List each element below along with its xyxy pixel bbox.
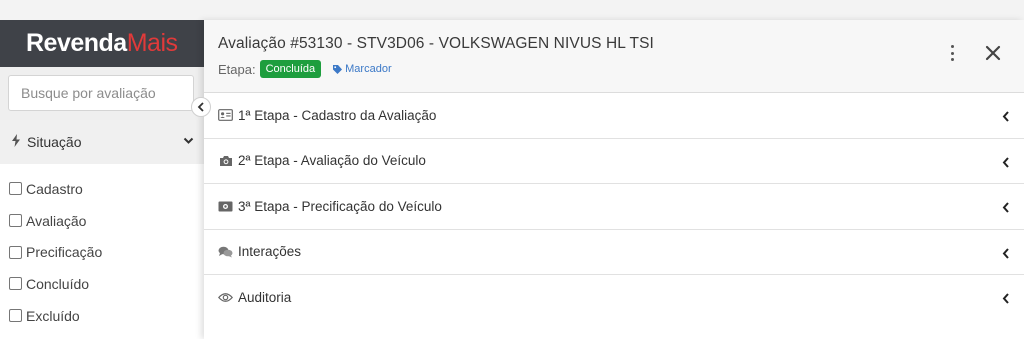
tag-icon xyxy=(333,64,343,74)
more-options-button[interactable] xyxy=(944,44,960,62)
id-card-icon xyxy=(218,109,233,122)
evaluation-panel: Avaliação #53130 - STV3D06 - VOLKSWAGEN … xyxy=(204,20,1024,339)
panel-header: Avaliação #53130 - STV3D06 - VOLKSWAGEN … xyxy=(204,20,1024,93)
situacao-section-header[interactable]: Situação xyxy=(0,120,204,164)
filter-item[interactable]: Concluído xyxy=(0,268,204,300)
kebab-dot xyxy=(950,58,954,61)
filter-label: Precificação xyxy=(26,244,103,261)
filter-label: Concluído xyxy=(26,275,90,292)
filter-list: Cadastro Avaliação Precificação Concluíd… xyxy=(0,164,204,331)
filter-item[interactable]: Cadastro xyxy=(0,173,204,205)
filter-item[interactable]: Precificação xyxy=(0,236,204,268)
close-button[interactable] xyxy=(983,43,1003,63)
checkbox[interactable] xyxy=(9,245,22,259)
filter-label: Cadastro xyxy=(26,180,83,197)
meta-row: Etapa: Concluída Marcador xyxy=(218,60,1024,78)
logo-accent: Mais xyxy=(126,29,178,57)
kebab-dot xyxy=(950,51,954,55)
section-auditoria[interactable]: Auditoria xyxy=(204,275,1024,321)
search-container xyxy=(0,67,204,120)
sidebar: RevendaMais Situação Cadastro Avaliação … xyxy=(0,20,204,339)
logo-bar: RevendaMais xyxy=(0,20,204,67)
search-input[interactable] xyxy=(8,75,194,111)
checkbox[interactable] xyxy=(9,214,22,228)
chevron-left-icon xyxy=(1002,246,1010,264)
close-icon xyxy=(985,45,1001,61)
comments-icon xyxy=(218,245,233,258)
section-list: 1ª Etapa - Cadastro da Avaliação 2ª Etap… xyxy=(204,93,1024,321)
checkbox[interactable] xyxy=(9,277,22,291)
situacao-title: Situação xyxy=(27,134,82,150)
checkbox[interactable] xyxy=(9,182,22,196)
etapa-label: Etapa: xyxy=(218,61,256,77)
camera-icon xyxy=(218,154,233,167)
section-label: Auditoria xyxy=(238,290,292,306)
section-precificacao[interactable]: 3ª Etapa - Precificação do Veículo xyxy=(204,184,1024,230)
eye-icon xyxy=(218,291,233,304)
logo[interactable]: RevendaMais xyxy=(26,29,178,58)
filter-item[interactable]: Avaliação xyxy=(0,205,204,237)
chevron-left-icon xyxy=(1002,200,1010,218)
collapse-sidebar-button[interactable] xyxy=(191,97,211,117)
bolt-icon xyxy=(11,134,21,150)
money-bill-icon xyxy=(218,200,233,213)
logo-main: Revenda xyxy=(26,29,127,57)
kebab-dot xyxy=(950,45,954,48)
marker-label: Marcador xyxy=(345,63,392,75)
section-cadastro[interactable]: 1ª Etapa - Cadastro da Avaliação xyxy=(204,93,1024,139)
filter-label: Avaliação xyxy=(26,212,87,229)
filter-label: Excluído xyxy=(26,307,80,324)
filter-item[interactable]: Excluído xyxy=(0,300,204,332)
section-interacoes[interactable]: Interações xyxy=(204,230,1024,275)
top-strip xyxy=(0,0,1024,20)
page-title: Avaliação #53130 - STV3D06 - VOLKSWAGEN … xyxy=(218,35,654,52)
section-label: Interações xyxy=(238,244,302,260)
chevron-left-icon xyxy=(1002,155,1010,173)
section-label: 2ª Etapa - Avaliação do Veículo xyxy=(238,153,426,169)
chevron-left-icon xyxy=(1002,109,1010,127)
marker-link[interactable]: Marcador xyxy=(333,63,392,75)
section-label: 3ª Etapa - Precificação do Veículo xyxy=(238,198,442,214)
section-label: 1ª Etapa - Cadastro da Avaliação xyxy=(238,107,437,123)
chevron-down-icon[interactable] xyxy=(183,133,194,151)
chevron-left-icon xyxy=(197,102,204,112)
status-badge: Concluída xyxy=(259,60,322,78)
checkbox[interactable] xyxy=(9,309,22,323)
section-avaliacao[interactable]: 2ª Etapa - Avaliação do Veículo xyxy=(204,139,1024,184)
chevron-left-icon xyxy=(1002,291,1010,309)
